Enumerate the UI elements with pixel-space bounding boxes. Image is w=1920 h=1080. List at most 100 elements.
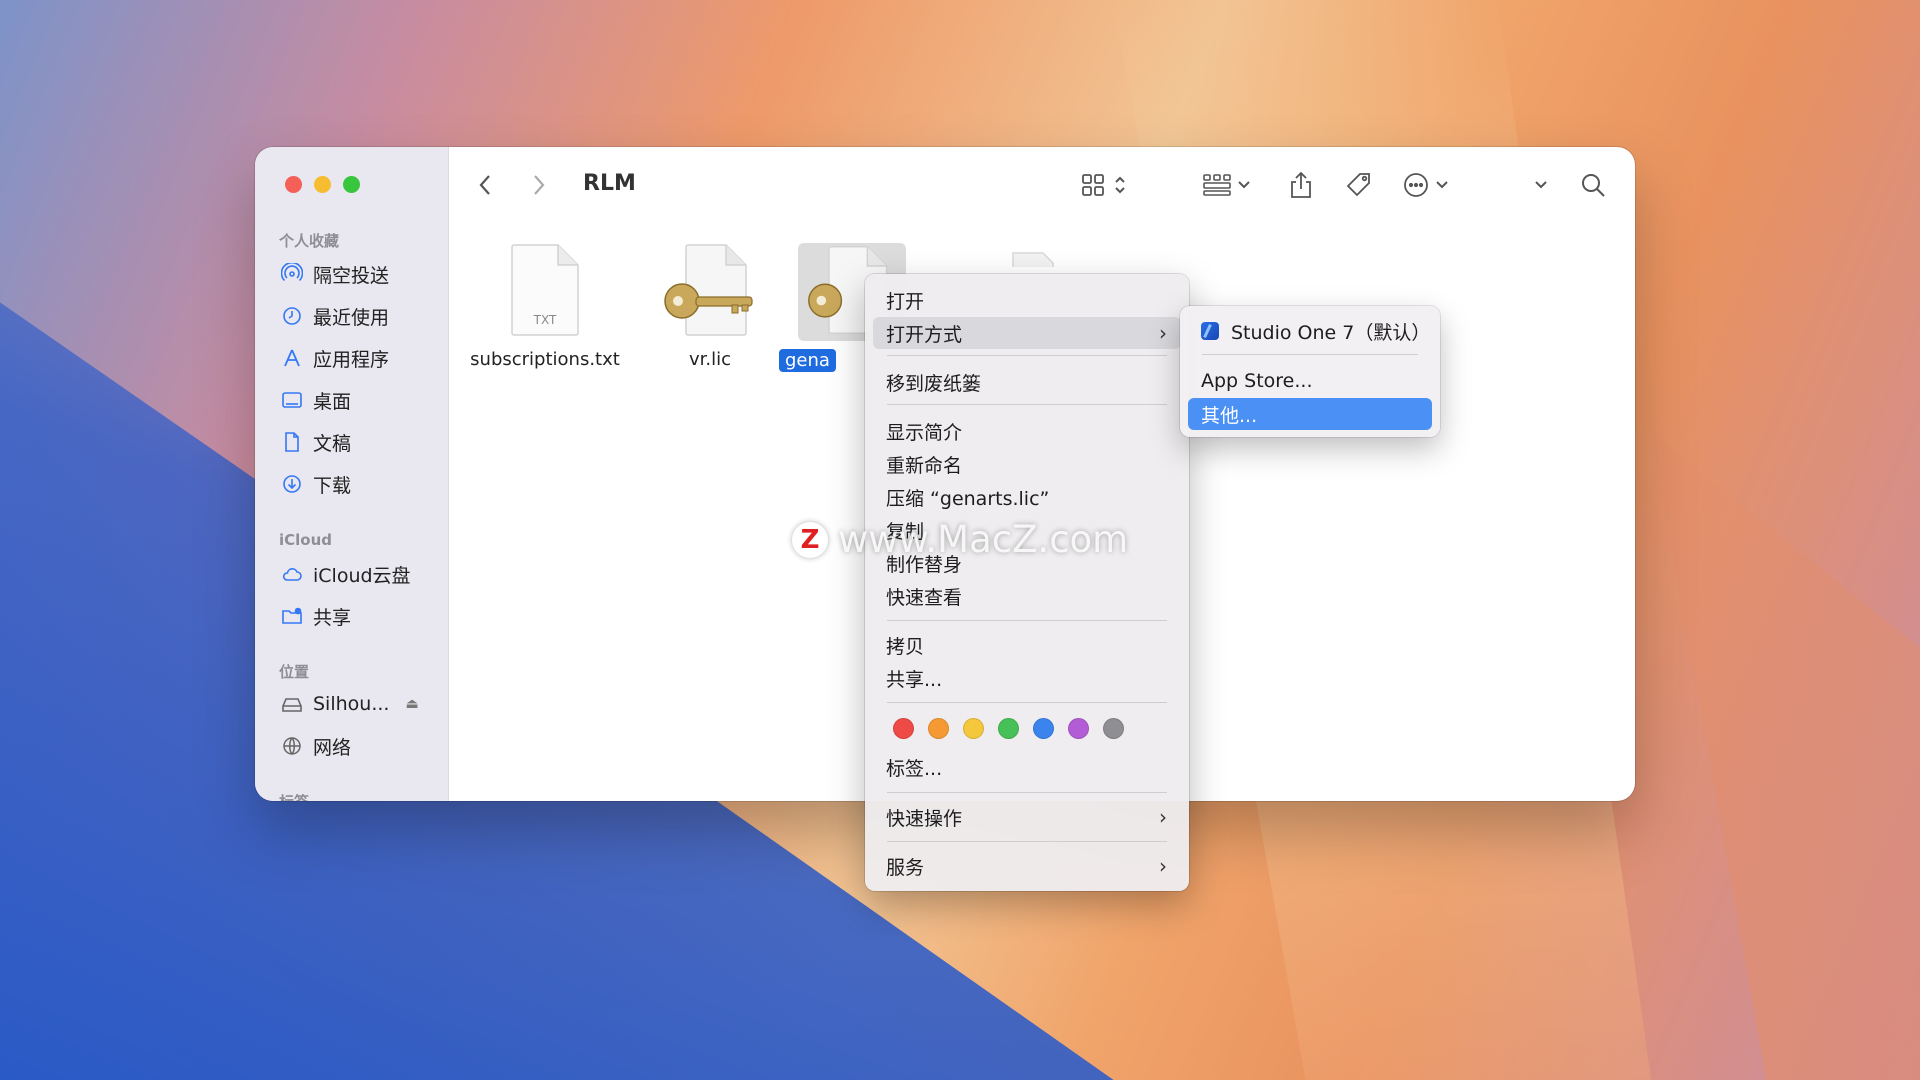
file-type-label: TXT [533,313,557,327]
forward-button[interactable] [524,169,554,201]
menu-item-rename[interactable]: 重新命名 [873,448,1181,480]
share-button[interactable] [1286,169,1316,201]
sidebar-item-desktop[interactable]: 桌面 [281,383,351,417]
tag-button[interactable] [1343,169,1375,201]
toolbar: RLM [448,147,1635,225]
menu-separator [887,841,1167,842]
group-grid-icon [1203,174,1231,196]
menu-item-label: 打开 [886,290,925,313]
menu-item-label: 显示简介 [886,421,963,444]
menu-item-share[interactable]: 共享... [873,662,1181,694]
menu-item-services[interactable]: 服务 › [873,850,1181,882]
menu-item-label: 拷贝 [886,635,925,658]
more-actions-button[interactable] [1398,169,1454,201]
menu-item-label: 其他... [1201,404,1258,427]
menu-item-quick-look[interactable]: 快速查看 [873,580,1181,612]
tag-color-red[interactable] [893,718,914,739]
menu-separator [887,702,1167,703]
menu-item-label: 压缩 “genarts.lic” [886,487,1050,510]
sidebar-section-favorites: 个人收藏 [279,232,340,250]
studio-one-icon [1201,322,1219,340]
chevron-left-icon [479,175,490,195]
menu-item-open[interactable]: 打开 [873,284,1181,316]
search-icon [1582,174,1605,197]
search-button[interactable] [1578,169,1608,201]
toolbar-overflow-button[interactable] [1526,169,1556,201]
chevron-updown-icon [1115,176,1125,194]
sidebar-section-tags: 标签 [279,791,309,801]
file-item-subscriptions[interactable]: TXT subscriptions.txt [470,243,620,370]
minimize-button[interactable] [314,176,331,193]
chevron-right-icon: › [1159,321,1167,345]
menu-item-label: 标签... [886,757,943,780]
tag-color-purple[interactable] [1068,718,1089,739]
applications-icon [281,347,303,369]
drive-icon [281,693,303,715]
ellipsis-circle-icon [1404,173,1428,197]
document-icon [281,431,303,453]
sidebar-item-applications[interactable]: 应用程序 [281,341,389,375]
tag-color-blue[interactable] [1033,718,1054,739]
menu-separator [887,404,1167,405]
chevron-down-icon [1436,181,1448,189]
sidebar-item-network[interactable]: 网络 [281,729,351,763]
menu-item-move-to-trash[interactable]: 移到废纸篓 [873,366,1181,398]
back-button[interactable] [470,169,500,201]
tag-color-gray[interactable] [1103,718,1124,739]
file-item-vr-lic[interactable]: vr.lic [635,243,785,370]
close-button[interactable] [285,176,302,193]
cloud-icon [281,563,303,585]
menu-item-tags[interactable]: 标签... [873,751,1181,783]
submenu-item-other[interactable]: 其他... [1188,398,1432,430]
menu-item-label: 服务 [886,856,925,879]
zoom-button[interactable] [343,176,360,193]
watermark-logo: Z [792,521,828,558]
submenu-item-studio-one[interactable]: Studio One 7（默认） [1188,315,1432,347]
text-file-icon: TXT [511,244,579,336]
menu-item-label: Studio One 7（默认） [1231,321,1431,344]
menu-item-compress[interactable]: 压缩 “genarts.lic” [873,481,1181,513]
download-icon [281,473,303,495]
sidebar-item-label: iCloud云盘 [313,564,411,587]
chevron-down-icon [1238,181,1250,189]
document-icon [1012,252,1054,267]
desktop-icon [281,389,303,411]
menu-item-open-with[interactable]: 打开方式 › [873,317,1181,349]
sidebar-item-shared[interactable]: 共享 [281,599,351,633]
shared-folder-icon [281,605,303,627]
eject-icon[interactable]: ⏏ [405,696,418,712]
window-controls [285,176,360,193]
airdrop-icon [281,263,303,285]
file-name: gena [779,349,836,372]
file-item-partial[interactable] [1007,249,1067,269]
menu-item-label: 打开方式 [886,323,963,346]
sidebar-section-icloud: iCloud [279,531,333,549]
sidebar-item-airdrop[interactable]: 隔空投送 [281,257,389,291]
sidebar-item-icloud-drive[interactable]: iCloud云盘 [281,557,411,591]
tag-color-green[interactable] [998,718,1019,739]
sidebar-item-silhouette-drive[interactable]: Silhou... ⏏ [281,687,419,721]
submenu-item-app-store[interactable]: App Store... [1188,365,1432,397]
watermark: Z www.MacZ.com [792,518,1128,561]
sidebar-item-label: 隔空投送 [313,264,390,287]
view-mode-button[interactable] [1076,169,1132,201]
menu-separator [887,792,1167,793]
sidebar-item-label: 文稿 [313,432,352,455]
sidebar-item-recents[interactable]: 最近使用 [281,299,389,333]
menu-item-quick-actions[interactable]: 快速操作 › [873,801,1181,833]
open-with-submenu: Studio One 7（默认） App Store... 其他... [1180,306,1440,437]
sidebar-item-downloads[interactable]: 下载 [281,467,351,501]
tag-color-swatches [893,718,1124,739]
tag-color-orange[interactable] [928,718,949,739]
sidebar: 个人收藏 隔空投送 最近使用 应用程序 桌面 文稿 下载 iCloud iClo… [255,147,449,801]
menu-separator [887,355,1167,356]
sidebar-section-locations: 位置 [279,663,310,681]
grid-view-icon [1082,174,1104,196]
menu-item-copy[interactable]: 拷贝 [873,629,1181,661]
menu-item-label: 快速查看 [886,586,963,609]
sidebar-item-label: Silhou... [313,693,390,715]
menu-item-get-info[interactable]: 显示简介 [873,415,1181,447]
group-button[interactable] [1198,169,1256,201]
tag-color-yellow[interactable] [963,718,984,739]
sidebar-item-documents[interactable]: 文稿 [281,425,351,459]
